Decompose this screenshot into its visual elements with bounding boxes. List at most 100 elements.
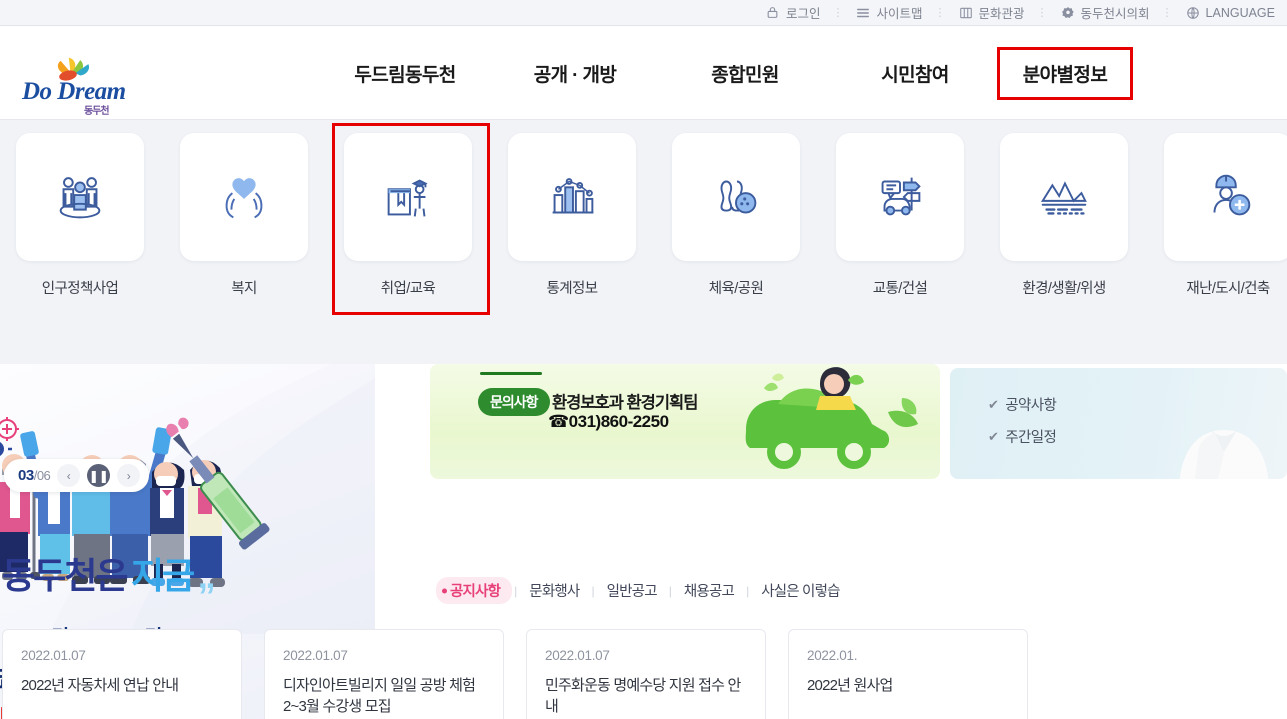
category-tile (672, 133, 800, 261)
news-card-date: 2022.01.07 (21, 648, 86, 663)
bar-chart-icon (552, 178, 594, 214)
mayor-link-label: 공약사항 (1005, 398, 1057, 414)
category-employment-education[interactable]: 취업/교육 (332, 123, 490, 315)
tab-separator: | (668, 583, 672, 598)
chevron-left-icon[interactable]: ‹ (57, 464, 81, 487)
carousel-controls[interactable]: 03/06 ‹ ❚❚ › (4, 459, 150, 492)
check-icon: ✔ (988, 428, 999, 444)
tab-general-announcements[interactable]: 일반공고 (597, 578, 667, 603)
category-label: 취업/교육 (380, 281, 436, 297)
category-strip: 인구정책사업 복지 취업/교육 통계정보 체육/공원 교통/건설 환경/생활/위… (0, 120, 1287, 364)
banner-inquiry-badge: 문의사항 (478, 388, 550, 416)
utility-login[interactable]: 로그인 (754, 0, 833, 26)
carousel-total: 06 (36, 468, 51, 483)
news-card-title: 디자인아트빌리지 일일 공방 체험 2~3월 수강생 모집 (283, 677, 476, 715)
now-title-blue: 지금 (130, 555, 195, 596)
news-card-title: 민주화운동 명예수당 지원 접수 안내 (545, 677, 741, 715)
carousel-counter: 03/06 (18, 467, 51, 484)
tab-job-postings[interactable]: 채용공고 (674, 578, 744, 603)
heart-in-hands-icon (225, 178, 263, 219)
category-traffic-construction[interactable]: 교통/건설 (836, 133, 964, 298)
news-category-tabs: 공지사항 | 문화행사 | 일반공고 | 채용공고 | 사실은 이렇습 (436, 577, 850, 604)
category-row: 인구정책사업 복지 취업/교육 통계정보 체육/공원 교통/건설 환경/생활/위… (0, 123, 1287, 315)
mayor-quicklinks-panel: ✔ 공약사항 ✔ 주간일정 (950, 368, 1287, 479)
utility-login-label: 로그인 (785, 7, 821, 21)
logo-wordmark: Do Dream (22, 78, 126, 105)
news-card-date: 2022.01.07 (283, 648, 348, 663)
tab-separator: | (746, 583, 750, 598)
tab-separator: | (514, 583, 518, 598)
site-logo[interactable]: Do Dream 동두천 (22, 57, 132, 117)
utility-culture-tourism[interactable]: 문화관광 (947, 0, 1037, 26)
utility-culture-label: 문화관광 (978, 7, 1025, 21)
news-card-date: 2022.01.07 (545, 648, 610, 663)
mayor-link-pledges[interactable]: ✔ 공약사항 (988, 394, 1057, 415)
utility-language-label: LANGUAGE (1205, 5, 1275, 20)
banner-department: 환경보호과 환경기획팀 (552, 394, 698, 412)
category-label: 인구정책사업 (41, 281, 119, 297)
car-signpost-icon (881, 177, 921, 216)
mayor-link-weekly-schedule[interactable]: ✔ 주간일정 (988, 426, 1057, 447)
category-welfare[interactable]: 복지 (180, 133, 308, 298)
utility-separator: ⋮ (934, 7, 947, 19)
category-environment-living-sanitation[interactable]: 환경/생활/위생 (1000, 133, 1128, 298)
hamburger-icon (856, 6, 870, 20)
category-statistics[interactable]: 통계정보 (508, 133, 636, 298)
category-tile (180, 133, 308, 261)
pause-icon[interactable]: ❚❚ (87, 464, 111, 487)
main-content: 접종을 더 하다, 안심을 더+하다 코로나19 백신 추가접종, 개월로 단축… (0, 364, 1287, 719)
category-label: 통계정보 (546, 281, 599, 297)
now-title-comma: „ (197, 555, 216, 596)
utility-city-council[interactable]: 동두천시의회 (1049, 0, 1162, 26)
news-card-date: 2022.01. (807, 648, 858, 663)
logo-subtext: 동두천 (84, 106, 110, 117)
tab-cultural-events[interactable]: 문화행사 (519, 578, 589, 603)
green-eco-car-illustration (745, 367, 918, 469)
nav-item-civil-affairs[interactable]: 종합민원 (660, 50, 830, 97)
category-label: 복지 (231, 281, 257, 297)
people-group-icon (59, 177, 101, 219)
mountain-icon (1040, 181, 1087, 215)
promo-banner-slide[interactable]: 문의사항 환경보호과 환경기획팀 ☎031)860-2250 (430, 364, 940, 479)
tab-fact-check[interactable]: 사실은 이렇습 (751, 578, 849, 603)
now-section-title: 동두천은 지금 „ (2, 547, 216, 599)
category-tile (836, 133, 964, 261)
utility-council-label: 동두천시의회 (1080, 7, 1150, 21)
news-card-title: 2022년 원사업 (807, 677, 893, 694)
category-tile (508, 133, 636, 261)
emblem-icon (1061, 6, 1075, 20)
tab-notices[interactable]: 공지사항 (436, 577, 513, 604)
category-sports-park[interactable]: 체육/공원 (672, 133, 800, 298)
chevron-right-icon[interactable]: › (117, 464, 141, 487)
utility-language[interactable]: LANGUAGE (1174, 0, 1287, 26)
global-nav: 두드림동두천 공개 · 개방 종합민원 시민참여 분야별정보 (320, 26, 1133, 120)
page-root: 로그인 ⋮ 사이트맵 ⋮ 문화관광 ⋮ 동두천시의회 ⋮ LANGUAGE Do… (0, 0, 1287, 719)
category-disaster-city-architecture[interactable]: 재난/도시/건축 (1164, 133, 1287, 298)
tab-separator: | (591, 583, 595, 598)
now-title-dark: 동두천은 (2, 555, 128, 596)
nav-item-open-data[interactable]: 공개 · 개방 (490, 50, 660, 97)
nav-item-field-information[interactable]: 분야별정보 (997, 46, 1133, 100)
nav-item-dodream[interactable]: 두드림동두천 (320, 50, 490, 97)
category-label: 체육/공원 (708, 281, 764, 297)
news-card[interactable]: 2022.01. 2022년 원사업 (788, 629, 1028, 719)
news-card[interactable]: 2022.01.07 민주화운동 명예수당 지원 접수 안내 (526, 629, 766, 719)
check-icon: ✔ (988, 396, 999, 412)
graduate-book-icon (387, 179, 428, 217)
utility-separator: ⋮ (832, 7, 845, 19)
category-tile (16, 133, 144, 261)
news-card[interactable]: 2022.01.07 2022년 자동차세 연납 안내 (2, 629, 242, 719)
category-tile (1164, 133, 1287, 261)
utility-sitemap[interactable]: 사이트맵 (844, 0, 934, 26)
book-icon (959, 6, 973, 20)
nav-item-citizen-participation[interactable]: 시민참여 (830, 50, 1000, 97)
category-population-policy[interactable]: 인구정책사업 (16, 133, 144, 298)
utility-sitemap-label: 사이트맵 (876, 7, 923, 21)
carousel-current: 03 (18, 467, 34, 484)
news-card-list: 2022.01.07 2022년 자동차세 연납 안내 2022.01.07 디… (2, 629, 1028, 719)
news-card[interactable]: 2022.01.07 디자인아트빌리지 일일 공방 체험 2~3월 수강생 모집 (264, 629, 504, 719)
category-tile (1000, 133, 1128, 261)
banner-phone: ☎031)860-2250 (548, 412, 669, 431)
worker-helmet-icon (1213, 174, 1251, 216)
utility-links: 로그인 ⋮ 사이트맵 ⋮ 문화관광 ⋮ 동두천시의회 ⋮ LANGUAGE (754, 0, 1287, 26)
